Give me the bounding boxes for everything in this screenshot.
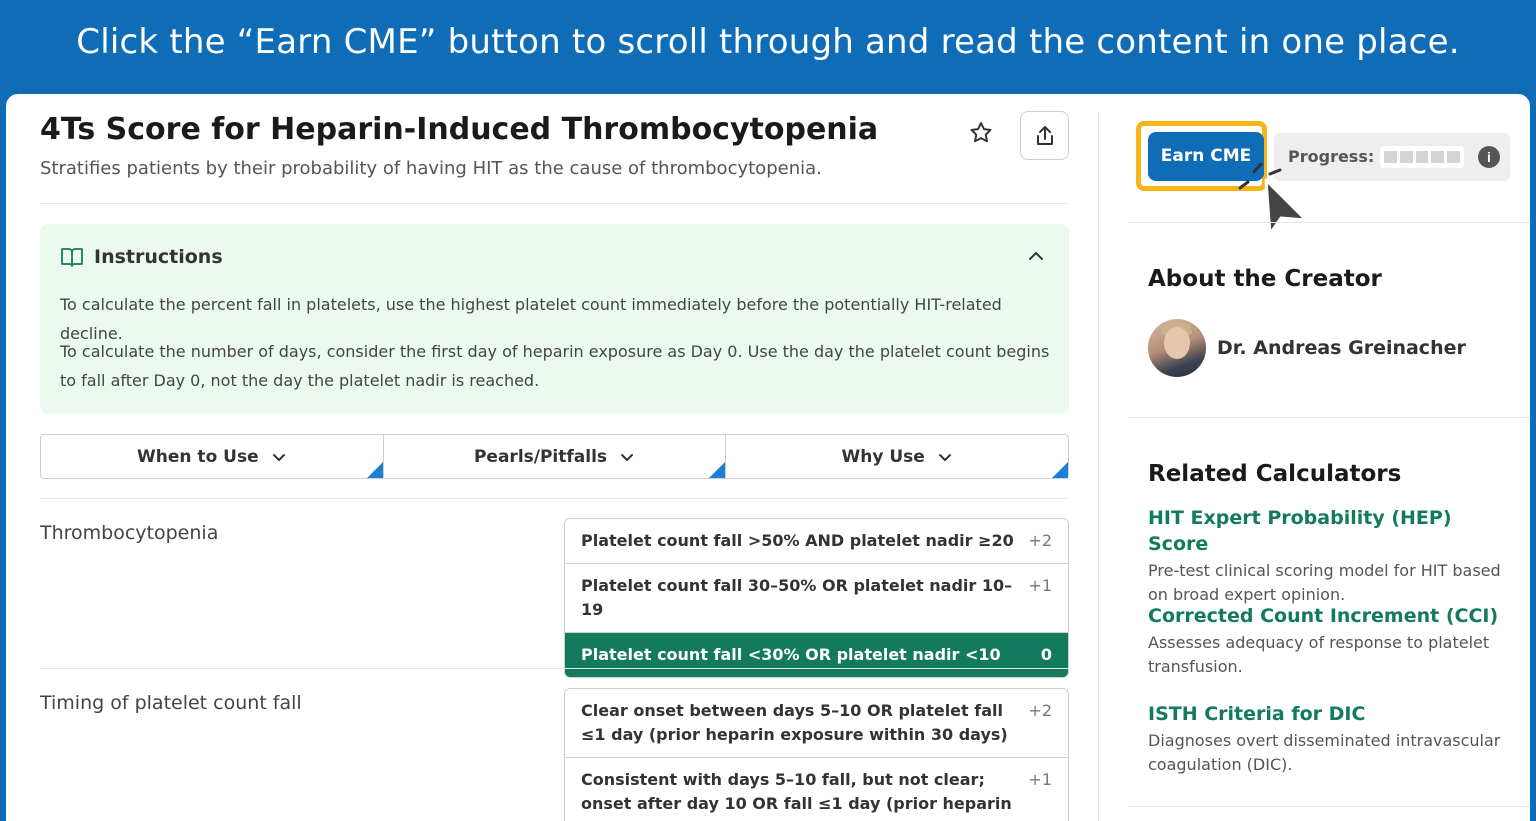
related-calculator-item: Corrected Count Increment (CCI) Assesses… bbox=[1148, 603, 1518, 679]
calculator-main: 4Ts Score for Heparin-Induced Thrombocyt… bbox=[6, 94, 1096, 821]
option-points: +2 bbox=[1028, 531, 1052, 550]
related-calculator-link[interactable]: HIT Expert Probability (HEP) Score bbox=[1148, 505, 1518, 557]
chevron-down-icon bbox=[272, 453, 285, 461]
about-creator-title: About the Creator bbox=[1148, 266, 1382, 292]
share-icon bbox=[1037, 126, 1053, 145]
chevron-down-icon bbox=[938, 453, 951, 461]
instructions-text-2: To calculate the number of days, conside… bbox=[60, 342, 1050, 390]
option-text: Consistent with days 5–10 fall, but not … bbox=[581, 770, 1012, 821]
tab-corner-marker bbox=[1052, 462, 1069, 478]
avatar bbox=[1148, 319, 1206, 377]
progress-segment bbox=[1447, 151, 1460, 163]
header-divider bbox=[40, 203, 1069, 204]
tab-label: Pearls/Pitfalls bbox=[473, 446, 608, 467]
criterion-label-thrombocytopenia: Thrombocytopenia bbox=[40, 522, 219, 544]
sidebar-divider bbox=[1128, 417, 1530, 418]
section-divider bbox=[40, 668, 1069, 669]
app-frame: 4Ts Score for Heparin-Induced Thrombocyt… bbox=[6, 94, 1530, 821]
related-calculator-link[interactable]: Corrected Count Increment (CCI) bbox=[1148, 603, 1518, 629]
tab-label: Why Use bbox=[841, 446, 925, 467]
related-calculator-desc: Diagnoses overt disseminated intravascul… bbox=[1148, 731, 1501, 774]
info-icon[interactable]: i bbox=[1478, 146, 1500, 168]
progress-segment bbox=[1431, 151, 1445, 163]
option-points: +1 bbox=[1028, 770, 1052, 789]
sidebar-divider bbox=[1128, 806, 1530, 807]
option-consistent-days-5-10[interactable]: Consistent with days 5–10 fall, but not … bbox=[565, 758, 1068, 821]
section-divider bbox=[40, 498, 1069, 499]
criterion-label-timing: Timing of platelet count fall bbox=[40, 692, 302, 714]
progress-segment bbox=[1384, 151, 1397, 163]
page-subtitle: Stratifies patients by their probability… bbox=[40, 158, 822, 179]
option-text: Platelet count fall <30% OR platelet nad… bbox=[581, 645, 1001, 664]
related-calculator-desc: Pre-test clinical scoring model for HIT … bbox=[1148, 561, 1501, 604]
star-icon[interactable] bbox=[966, 120, 996, 150]
sidebar: Earn CME Progress: i About the Creator D… bbox=[1128, 94, 1530, 821]
option-text: Platelet count fall >50% AND platelet na… bbox=[581, 531, 1014, 550]
option-text: Clear onset between days 5–10 OR platele… bbox=[581, 701, 1008, 744]
sidebar-divider bbox=[1128, 222, 1530, 223]
tab-corner-marker bbox=[709, 462, 726, 478]
related-calculator-item: HIT Expert Probability (HEP) Score Pre-t… bbox=[1148, 505, 1518, 607]
chevron-up-icon[interactable] bbox=[1026, 246, 1046, 266]
related-calculator-desc: Assesses adequacy of response to platele… bbox=[1148, 633, 1490, 676]
instructions-title: Instructions bbox=[94, 246, 223, 268]
page-title: 4Ts Score for Heparin-Induced Thrombocyt… bbox=[40, 112, 879, 147]
info-tabs: When to Use Pearls/Pitfalls Why Use bbox=[40, 434, 1069, 479]
option-platelet-fall-30-50[interactable]: Platelet count fall 30–50% OR platelet n… bbox=[565, 564, 1068, 633]
column-divider bbox=[1098, 112, 1099, 821]
option-platelet-fall-under-30[interactable]: Platelet count fall <30% OR platelet nad… bbox=[565, 633, 1068, 677]
option-text: Platelet count fall 30–50% OR platelet n… bbox=[581, 576, 1013, 619]
option-clear-onset-days-5-10[interactable]: Clear onset between days 5–10 OR platele… bbox=[565, 689, 1068, 758]
option-points: +2 bbox=[1028, 701, 1052, 720]
tutorial-banner: Click the “Earn CME” button to scroll th… bbox=[0, 0, 1536, 94]
avatar-face bbox=[1164, 327, 1190, 359]
option-points: 0 bbox=[1040, 645, 1052, 664]
progress-segment bbox=[1399, 151, 1413, 163]
instructions-panel: Instructions To calculate the percent fa… bbox=[40, 224, 1069, 414]
tab-pearls-pitfalls[interactable]: Pearls/Pitfalls bbox=[384, 435, 727, 478]
share-button[interactable] bbox=[1020, 111, 1069, 160]
progress-segment bbox=[1415, 151, 1429, 163]
tab-why-use[interactable]: Why Use bbox=[726, 435, 1069, 478]
progress-bar bbox=[1380, 146, 1464, 168]
related-calculators-title: Related Calculators bbox=[1148, 461, 1402, 487]
option-platelet-fall-over-50[interactable]: Platelet count fall >50% AND platelet na… bbox=[565, 519, 1068, 564]
banner-text: Click the “Earn CME” button to scroll th… bbox=[76, 22, 1460, 62]
tab-corner-marker bbox=[366, 462, 383, 478]
chevron-down-icon bbox=[621, 453, 634, 461]
pointer-cursor-icon bbox=[1238, 162, 1308, 236]
criterion-options-thrombocytopenia: Platelet count fall >50% AND platelet na… bbox=[564, 518, 1069, 678]
criterion-options-timing: Clear onset between days 5–10 OR platele… bbox=[564, 688, 1069, 821]
related-calculator-item: ISTH Criteria for DIC Diagnoses overt di… bbox=[1148, 701, 1518, 777]
option-points: +1 bbox=[1028, 576, 1052, 595]
book-icon bbox=[61, 248, 83, 267]
tab-label: When to Use bbox=[137, 446, 259, 467]
creator-name[interactable]: Dr. Andreas Greinacher bbox=[1217, 337, 1466, 359]
tab-when-to-use[interactable]: When to Use bbox=[41, 435, 384, 478]
related-calculator-link[interactable]: ISTH Criteria for DIC bbox=[1148, 701, 1518, 727]
